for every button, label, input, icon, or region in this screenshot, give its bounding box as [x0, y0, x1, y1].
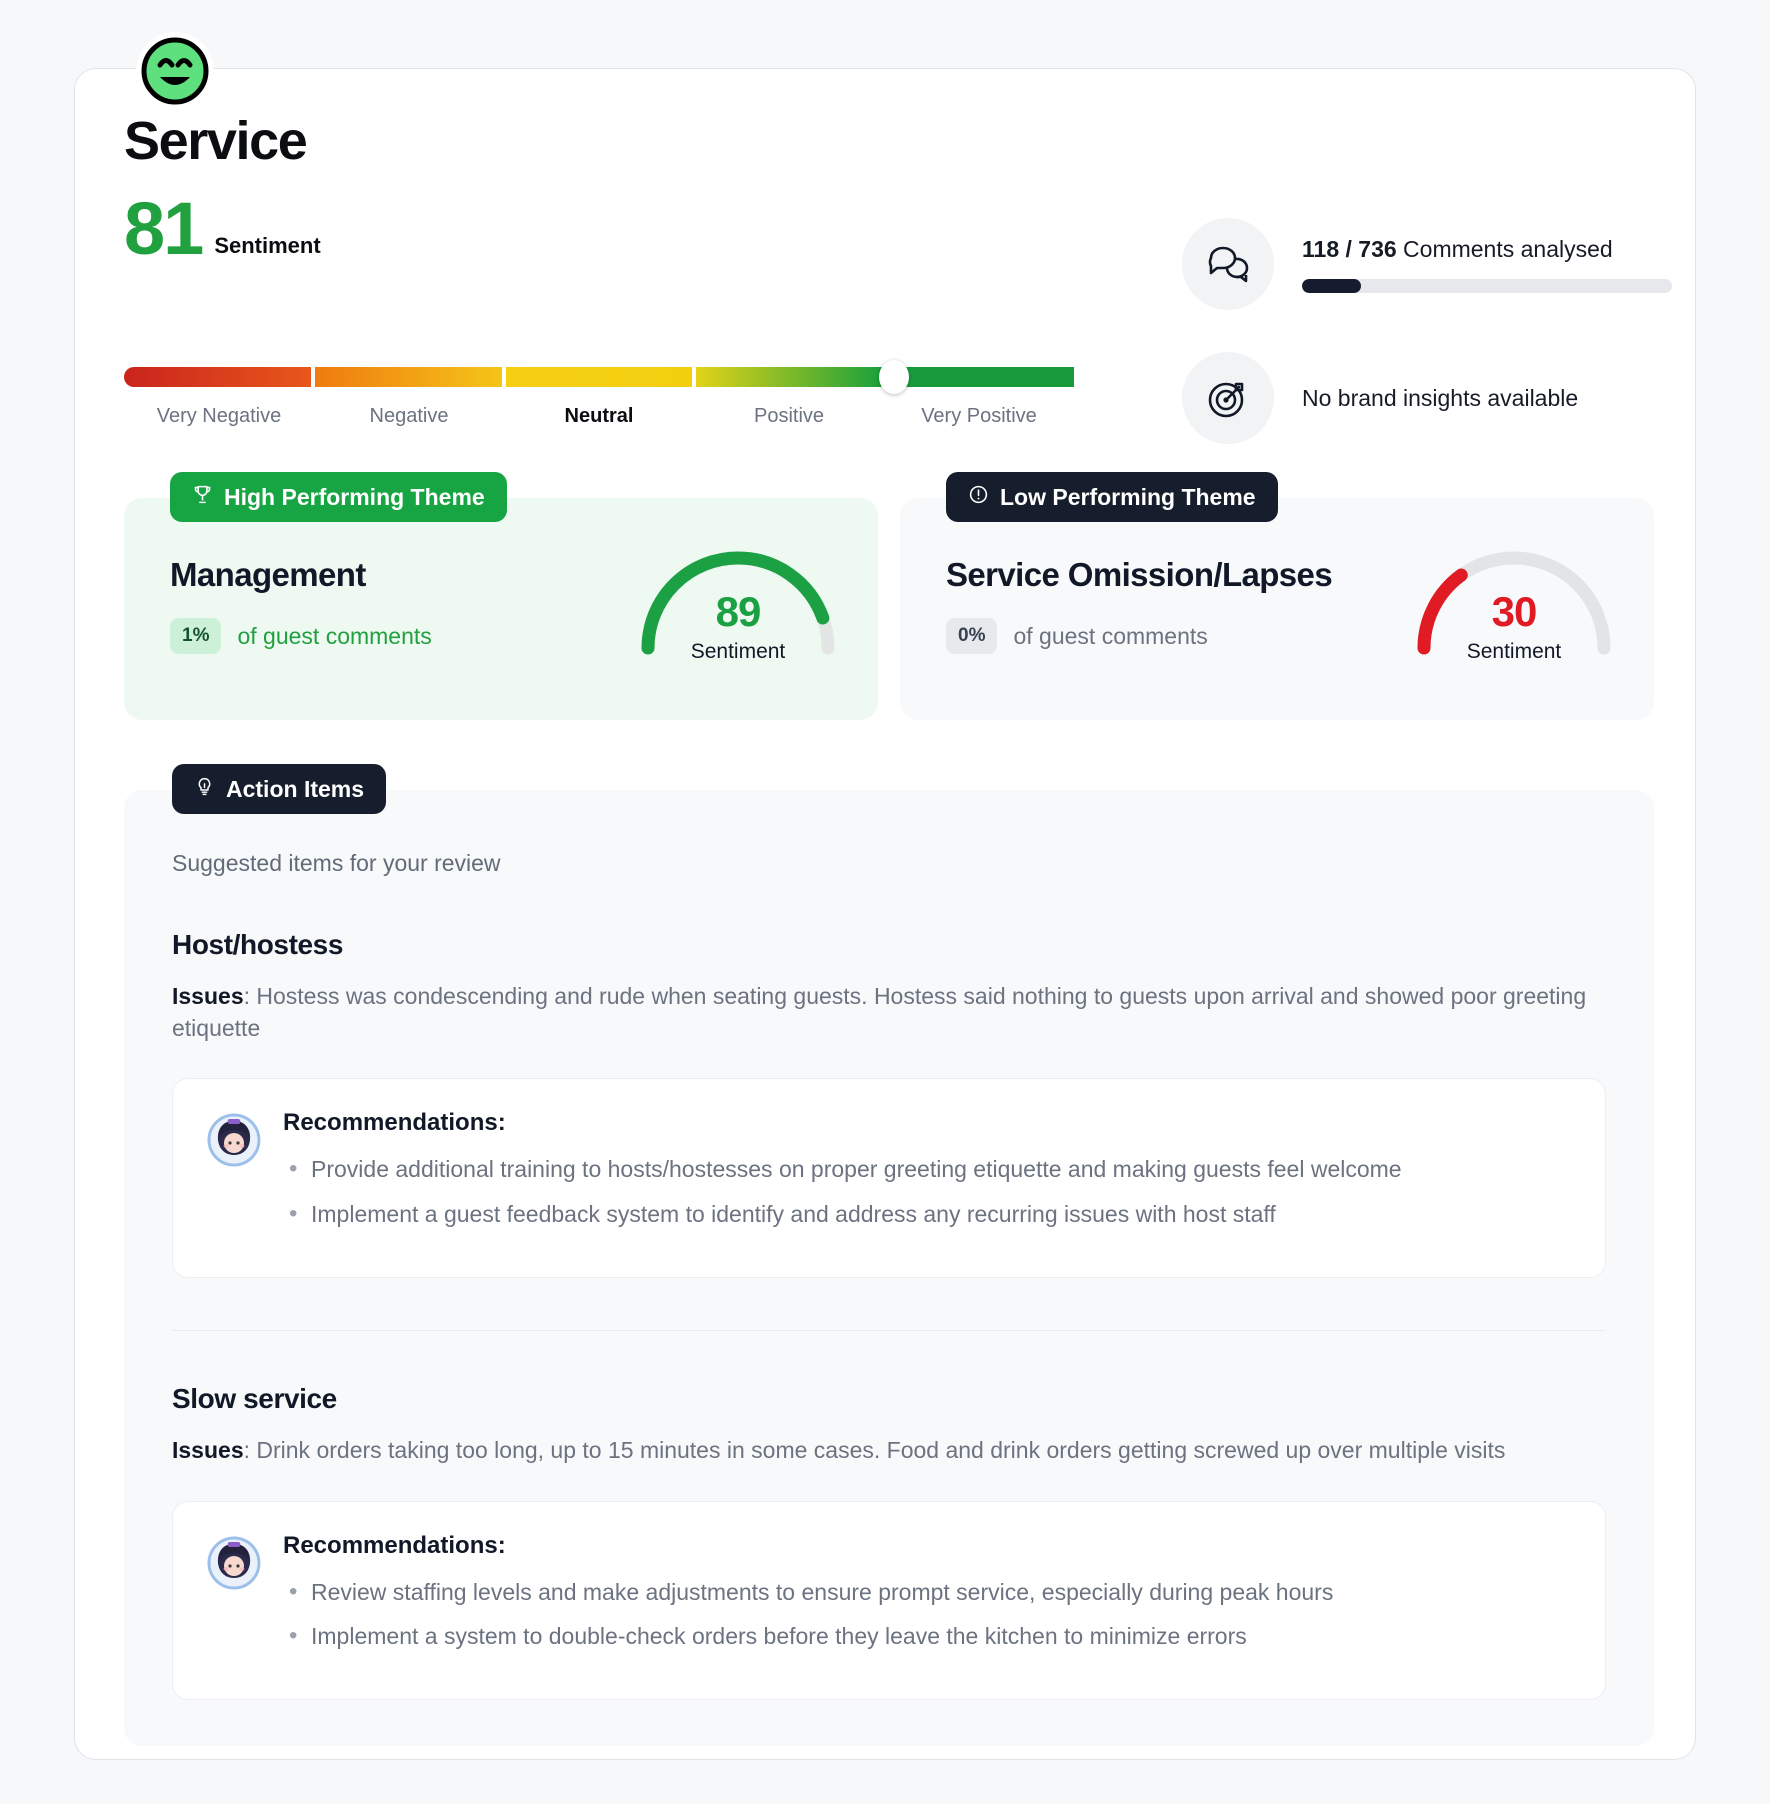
- scale-label-positive: Positive: [753, 405, 825, 427]
- action-item: Host/hostess Issues: Hostess was condesc…: [172, 929, 1606, 1278]
- action-item-title: Slow service: [172, 1382, 337, 1414]
- high-performing-theme-tag-label: High Performing Theme: [224, 483, 485, 510]
- recommendations-list: Provide additional training to hosts/hos…: [283, 1152, 1571, 1231]
- issues-text: : Hostess was condescending and rude whe…: [172, 983, 1587, 1041]
- high-theme-gauge: 89 Sentiment: [622, 536, 854, 686]
- comments-analysed-text: 118 / 736 Comments analysed: [1302, 236, 1672, 263]
- comments-progress-track: [1302, 278, 1672, 293]
- sentiment-scale-thumb[interactable]: [878, 360, 909, 394]
- recommendation-item: Provide additional training to hosts/hos…: [283, 1152, 1571, 1186]
- comments-icon: [1182, 218, 1274, 310]
- action-item: Slow service Issues: Drink orders taking…: [172, 1329, 1606, 1700]
- sentiment-scale-bar[interactable]: [124, 360, 1074, 394]
- recommendation-item: Review staffing levels and make adjustme…: [283, 1575, 1571, 1609]
- low-theme-gauge-value: 30: [1491, 588, 1538, 635]
- low-performing-theme-card[interactable]: Low Performing Theme Service Omission/La…: [900, 472, 1654, 720]
- happy-face-icon: [136, 32, 214, 110]
- low-theme-gauge-label: Sentiment: [1466, 640, 1562, 663]
- avatar: [207, 1536, 261, 1590]
- high-performing-theme-card[interactable]: High Performing Theme Management 1% of g…: [124, 472, 878, 720]
- sentiment-scale-labels: Very Negative Negative Neutral Positive …: [124, 405, 1074, 428]
- overall-sentiment: 81 Sentiment: [124, 187, 321, 270]
- high-theme-pct-badge: 1%: [170, 618, 222, 654]
- issues-label: Issues: [172, 1436, 244, 1463]
- scale-label-negative: Negative: [369, 405, 449, 427]
- scale-label-neutral: Neutral: [564, 405, 634, 427]
- comments-analysed-stat: 118 / 736 Comments analysed: [1182, 218, 1672, 310]
- action-items-panel: Action Items Suggested items for your re…: [124, 764, 1654, 1746]
- scale-segment-very-positive: [887, 367, 1074, 387]
- low-theme-pct-label: of guest comments: [1013, 622, 1208, 649]
- summary-stats: 118 / 736 Comments analysed No brand ins…: [1182, 218, 1672, 486]
- low-theme-gauge: 30 Sentiment: [1398, 536, 1630, 686]
- page-title: Service: [124, 111, 308, 171]
- scale-segment-positive: [696, 367, 884, 387]
- brand-insights-text: No brand insights available: [1302, 384, 1579, 411]
- recommendations-title: Recommendations:: [283, 1109, 506, 1137]
- recommendation-item: Implement a guest feedback system to ide…: [283, 1197, 1571, 1231]
- action-items-tag: Action Items: [172, 764, 387, 814]
- scale-label-very-positive: Very Positive: [921, 405, 1037, 427]
- recommendations-box: Recommendations: Provide additional trai…: [172, 1078, 1606, 1278]
- comments-suffix: Comments analysed: [1396, 235, 1613, 262]
- comments-progress-fill: [1302, 278, 1362, 293]
- high-performing-theme-tag: High Performing Theme: [170, 472, 507, 522]
- high-theme-pct-label: of guest comments: [237, 622, 432, 649]
- high-theme-gauge-value: 89: [715, 588, 762, 635]
- low-theme-pct-badge: 0%: [946, 618, 998, 654]
- sentiment-score-label: Sentiment: [214, 233, 321, 259]
- scale-label-very-negative: Very Negative: [156, 405, 282, 427]
- lightbulb-icon: [194, 776, 215, 803]
- sentiment-score: 81: [124, 187, 204, 270]
- scale-segment-negative: [314, 367, 502, 387]
- scale-segment-very-negative: [124, 367, 311, 387]
- recommendations-title: Recommendations:: [283, 1531, 506, 1559]
- recommendations-list: Review staffing levels and make adjustme…: [283, 1575, 1571, 1653]
- action-items-subtitle: Suggested items for your review: [172, 850, 501, 876]
- sentiment-report-page: Service 81 Sentiment Very Negative Negat…: [0, 0, 1770, 1804]
- scale-segment-neutral: [505, 367, 693, 387]
- trophy-icon: [192, 484, 213, 511]
- high-theme-gauge-label: Sentiment: [690, 640, 786, 663]
- recommendation-item: Implement a system to double-check order…: [283, 1619, 1571, 1653]
- action-item-issues: Issues: Hostess was condescending and ru…: [172, 981, 1592, 1044]
- recommendations-box: Recommendations: Review staffing levels …: [172, 1500, 1606, 1700]
- alert-circle-icon: [968, 484, 989, 511]
- comments-count: 118 / 736: [1302, 235, 1397, 262]
- action-item-issues: Issues: Drink orders taking too long, up…: [172, 1435, 1592, 1467]
- target-icon: [1182, 352, 1274, 444]
- issues-label: Issues: [172, 983, 244, 1009]
- sentiment-scale: Very Negative Negative Neutral Positive …: [124, 360, 1074, 428]
- avatar: [207, 1113, 261, 1167]
- low-performing-theme-tag-label: Low Performing Theme: [1000, 483, 1256, 510]
- issues-text: : Drink orders taking too long, up to 15…: [243, 1436, 1506, 1463]
- action-item-title: Host/hostess: [172, 929, 344, 960]
- theme-cards: High Performing Theme Management 1% of g…: [124, 472, 1654, 720]
- brand-insights-stat: No brand insights available: [1182, 352, 1672, 444]
- action-items-tag-label: Action Items: [226, 775, 365, 802]
- low-performing-theme-tag: Low Performing Theme: [946, 472, 1278, 522]
